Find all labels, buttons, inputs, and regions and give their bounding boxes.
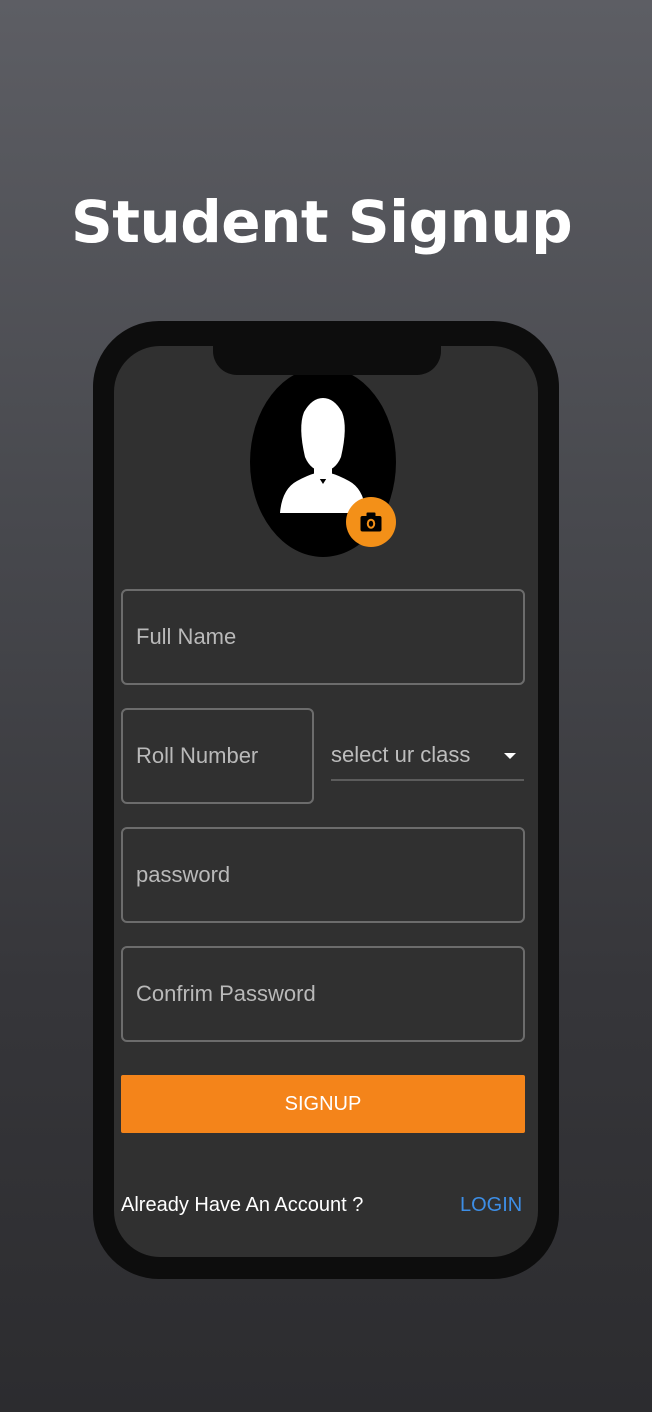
- login-link[interactable]: LOGIN: [460, 1194, 522, 1217]
- password-input[interactable]: [136, 829, 510, 921]
- caret-down-icon: [504, 753, 516, 759]
- camera-button[interactable]: [346, 497, 396, 547]
- confirm-password-input[interactable]: [136, 948, 510, 1040]
- profile-photo-picker: [250, 367, 396, 557]
- password-field: [121, 827, 525, 923]
- already-have-account-text: Already Have An Account ?: [121, 1194, 364, 1216]
- phone-screen: select ur class SIGNUP Already Have An A…: [114, 346, 538, 1257]
- class-select[interactable]: select ur class: [331, 732, 524, 781]
- class-select-label: select ur class: [331, 742, 471, 767]
- signup-button[interactable]: SIGNUP: [121, 1075, 525, 1133]
- confirm-password-field: [121, 946, 525, 1042]
- full-name-field: [121, 589, 525, 685]
- roll-number-input[interactable]: [136, 710, 299, 802]
- roll-number-field: [121, 708, 314, 804]
- phone-frame: select ur class SIGNUP Already Have An A…: [93, 321, 559, 1279]
- page-title: Student Signup: [71, 188, 573, 256]
- camera-icon: [360, 512, 382, 532]
- full-name-input[interactable]: [136, 591, 510, 683]
- phone-notch: [213, 346, 441, 375]
